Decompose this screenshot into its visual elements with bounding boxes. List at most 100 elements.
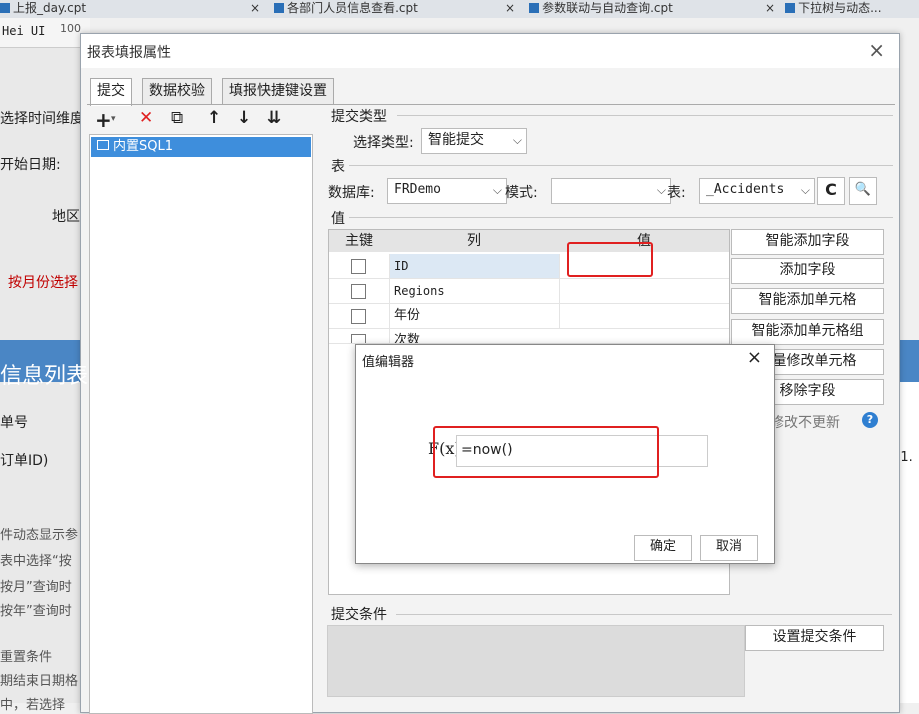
table-row[interactable]: ID [329, 254, 729, 279]
value-editor-title: 值编辑器 [362, 355, 415, 370]
ok-button[interactable]: 确定 [634, 535, 692, 561]
column-cell[interactable]: 次数 [389, 329, 559, 343]
close-icon[interactable]: × [765, 1, 775, 15]
divider [396, 614, 892, 615]
background-sheet: 选择时间维度 开始日期: 地区 按月份选择 信息列表 单号 订单ID) 件动态显… [0, 48, 90, 713]
preview-icon[interactable]: 🔍 [849, 177, 877, 205]
bg-label: 中，若选择 [0, 698, 66, 713]
table-icon [97, 140, 109, 150]
bg-label: 单号 [0, 415, 28, 431]
submit-type-select[interactable]: 智能提交 ⌵ [421, 128, 527, 154]
primary-key-checkbox[interactable] [351, 309, 366, 324]
primary-key-checkbox[interactable] [351, 284, 366, 299]
bg-tab-1[interactable]: 上报_day.cpt [0, 0, 232, 18]
list-toolbar: + ▾ ✕ ⧉ ↑ ↓ ⇊ [89, 106, 313, 132]
file-icon [0, 3, 10, 13]
background-toolbar: Hei UI 100 [0, 18, 90, 48]
database-select[interactable]: FRDemo ⌵ [387, 178, 507, 204]
table-row[interactable]: 次数 [329, 329, 729, 344]
font-combo[interactable]: Hei UI [2, 24, 45, 38]
close-icon[interactable]: × [250, 1, 260, 15]
database-label: 数据库: [328, 185, 375, 201]
chevron-down-icon: ⌵ [800, 183, 810, 197]
tab-submit[interactable]: 提交 [90, 78, 132, 106]
column-cell[interactable]: 年份 [389, 304, 559, 328]
highlight-box [433, 426, 659, 478]
primary-key-checkbox[interactable] [351, 259, 366, 274]
table-row[interactable]: Regions [329, 279, 729, 304]
section-submit-condition: 提交条件 [331, 607, 387, 623]
schema-select[interactable]: ⌵ [551, 178, 671, 204]
dialog-title: 报表填报属性 [87, 45, 171, 61]
bg-tab-3[interactable]: × 参数联动与自动查询.cpt [505, 0, 775, 18]
refresh-icon[interactable]: C [817, 177, 845, 205]
no-update-on-change-label: 修改不更新 [770, 415, 840, 431]
value-cell[interactable] [559, 304, 729, 328]
dataset-list: 内置SQL1 [89, 134, 313, 714]
submit-condition-area [327, 625, 745, 697]
file-icon [274, 3, 285, 13]
bg-label: 地区 [52, 209, 80, 225]
schema-label: 模式: [505, 185, 538, 201]
tab-shortcut-settings[interactable]: 填报快捷键设置 [222, 78, 334, 105]
move-down-icon[interactable]: ↓ [237, 108, 251, 128]
bg-label: 重置条件 [0, 650, 53, 665]
close-icon[interactable]: × [505, 1, 515, 15]
value-editor-close-icon[interactable]: × [747, 347, 762, 368]
chevron-down-icon: ⌵ [656, 183, 666, 197]
bg-tab-4[interactable]: × 下拉树与动态... [765, 0, 919, 18]
chevron-down-icon: ⌵ [512, 133, 522, 147]
submit-type-label: 选择类型: [353, 135, 414, 151]
section-submit-type: 提交类型 [331, 109, 387, 125]
dialog-titlebar: 报表填报属性 × [81, 34, 899, 68]
divider [349, 165, 893, 166]
value-cell[interactable] [559, 279, 729, 303]
bg-label: 件动态显示参 [0, 528, 79, 543]
set-submit-condition-button[interactable]: 设置提交条件 [745, 625, 884, 651]
dialog-close-icon[interactable]: × [868, 38, 885, 62]
bg-label: 表中选择“按 [0, 554, 72, 569]
bg-label: 期结束日期格 [0, 674, 79, 689]
column-cell[interactable]: Regions [389, 279, 559, 303]
table-row[interactable]: 年份 [329, 304, 729, 329]
column-cell[interactable]: ID [389, 254, 559, 278]
highlight-box [567, 242, 653, 277]
move-up-icon[interactable]: ↑ [207, 108, 221, 128]
list-item-builtin-sql[interactable]: 内置SQL1 [91, 137, 311, 157]
table-select[interactable]: _Accidents ⌵ [699, 178, 815, 204]
bg-label: 开始日期: [0, 157, 61, 173]
bg-label: 按月”查询时 [0, 580, 72, 595]
tab-data-validation[interactable]: 数据校验 [142, 78, 212, 105]
smart-add-cell-button[interactable]: 智能添加单元格 [731, 288, 884, 314]
ruler-label: 100 [60, 22, 81, 35]
background-tab-bar: 上报_day.cpt × 各部门人员信息查看.cpt × 参数联动与自动查询.cpt… [0, 0, 919, 18]
table-label: 表: [667, 185, 686, 201]
delete-icon[interactable]: ✕ [139, 108, 153, 128]
smart-add-cell-group-button[interactable]: 智能添加单元格组 [731, 319, 884, 345]
section-values: 值 [331, 211, 345, 227]
file-icon [529, 3, 540, 13]
bg-label: 按月份选择 [8, 275, 78, 291]
add-field-button[interactable]: 添加字段 [731, 258, 884, 284]
bg-tab-2[interactable]: × 各部门人员信息查看.cpt [250, 0, 490, 18]
chevron-down-icon: ⌵ [492, 183, 502, 197]
bg-heading: 信息列表 [0, 364, 89, 389]
cancel-button[interactable]: 取消 [700, 535, 758, 561]
bg-label: 订单ID) [0, 453, 49, 469]
primary-key-checkbox[interactable] [351, 334, 366, 343]
sort-icon[interactable]: ⇊ [267, 108, 281, 128]
divider [397, 115, 893, 116]
add-icon[interactable]: + [95, 108, 112, 132]
tab-divider [87, 104, 895, 105]
header-primary-key[interactable]: 主键 [329, 230, 390, 252]
file-icon [785, 3, 796, 13]
help-icon[interactable]: ? [862, 412, 878, 428]
chevron-down-icon[interactable]: ▾ [111, 114, 116, 124]
smart-add-field-button[interactable]: 智能添加字段 [731, 229, 884, 255]
divider [349, 217, 893, 218]
section-table: 表 [331, 159, 345, 175]
bg-label: 按年”查询时 [0, 604, 72, 619]
header-column[interactable]: 列 [389, 230, 560, 252]
bg-label: 选择时间维度 [0, 111, 84, 127]
copy-icon[interactable]: ⧉ [171, 108, 183, 128]
